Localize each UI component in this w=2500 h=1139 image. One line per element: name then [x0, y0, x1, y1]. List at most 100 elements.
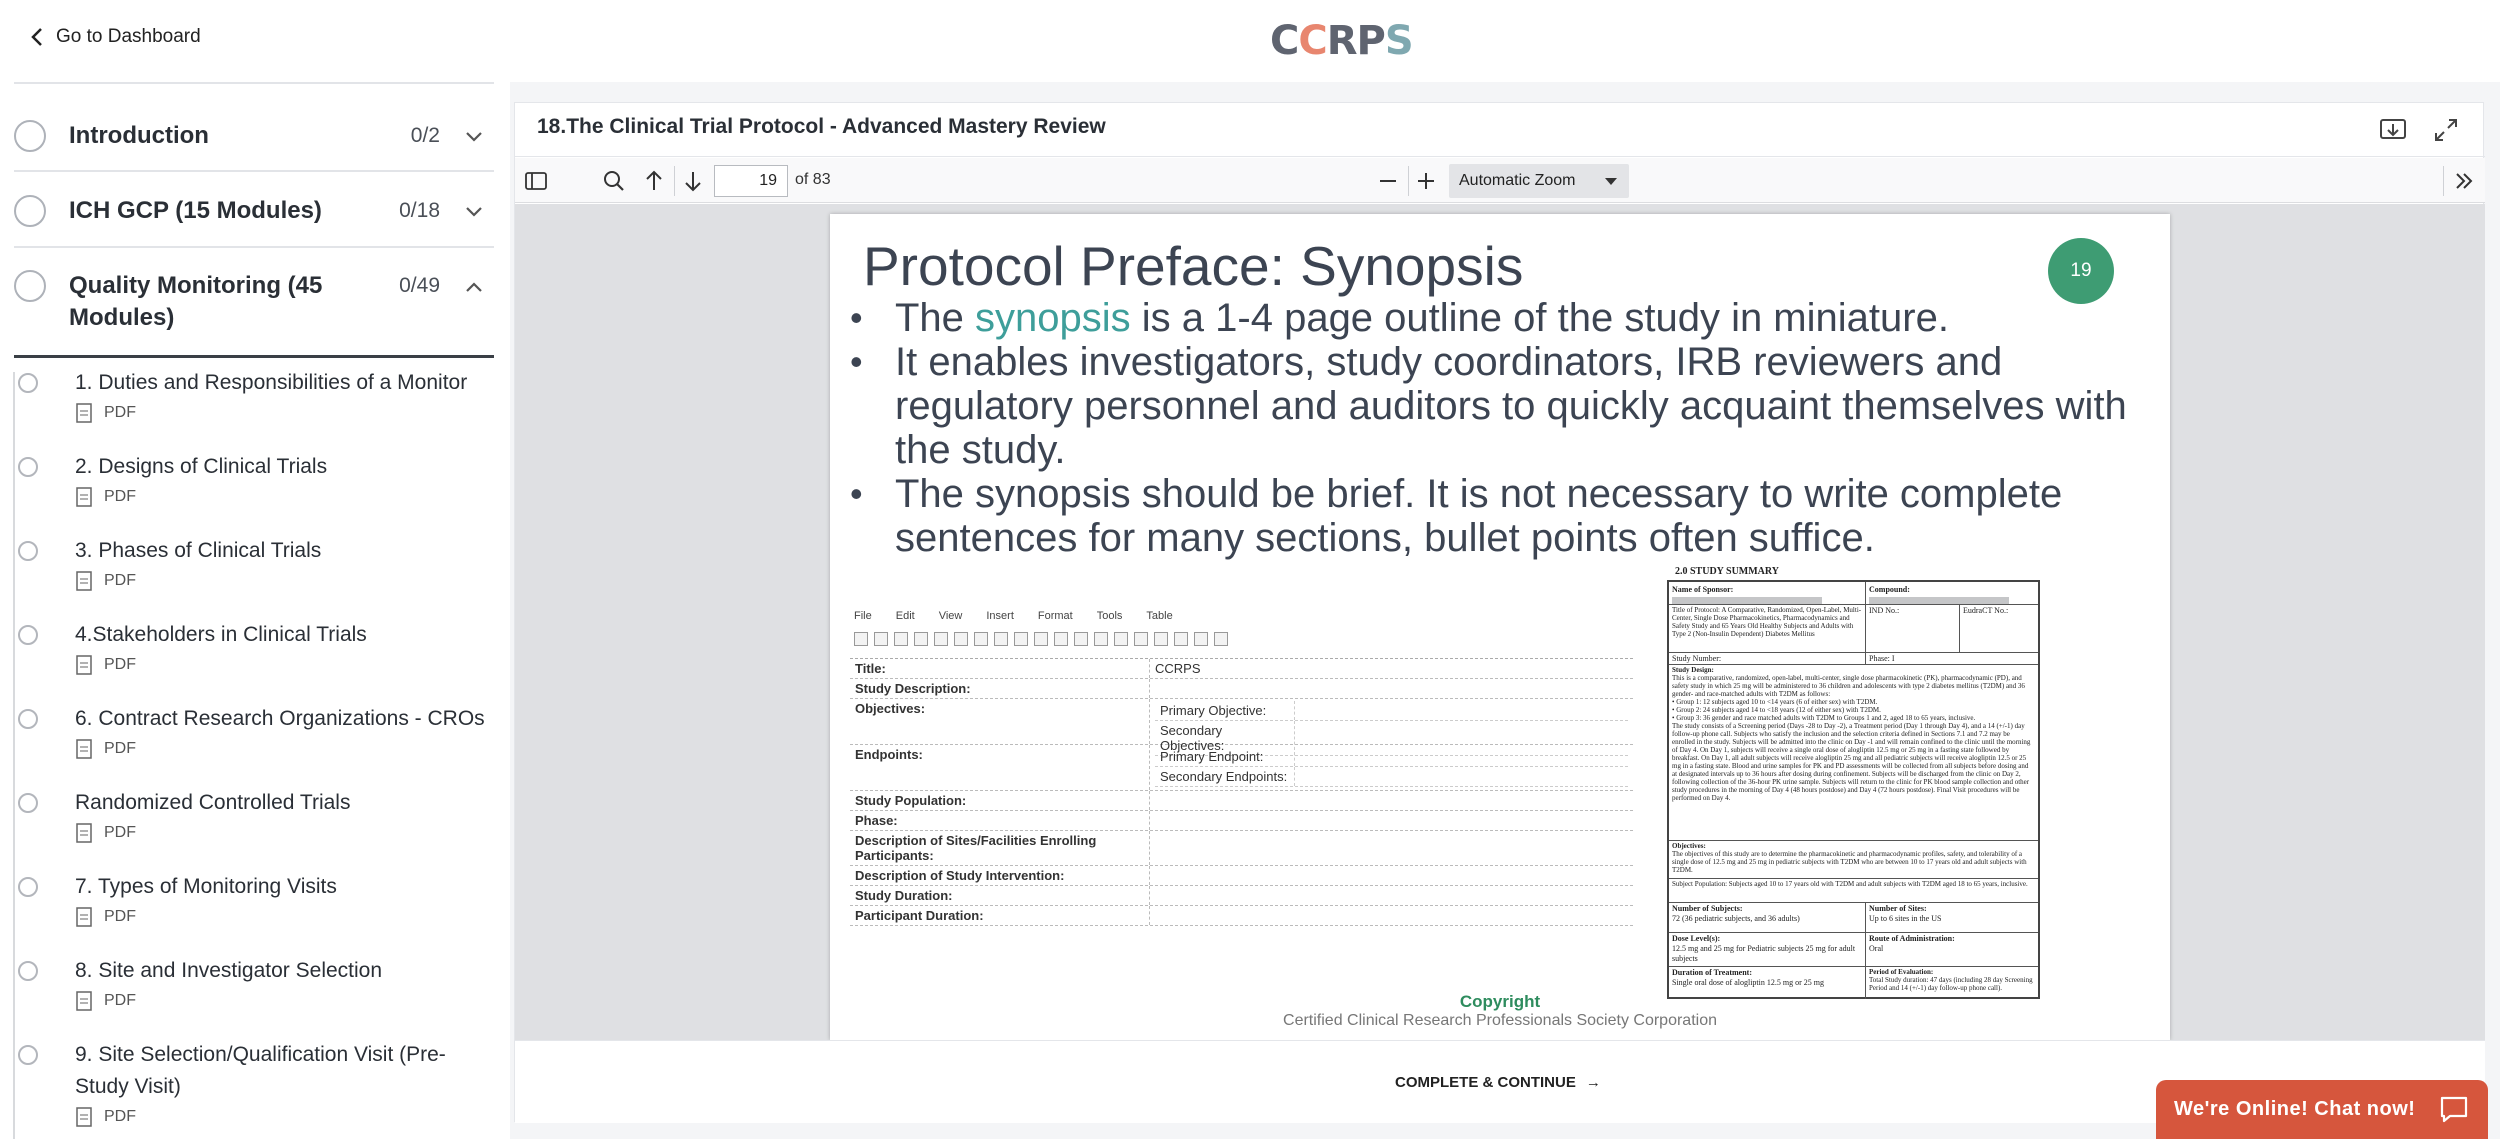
summary-field: EudraCT No.:: [1963, 606, 2009, 615]
summary-field-label: Dose Level(s):: [1672, 934, 1721, 943]
lesson-title: 3. Phases of Clinical Trials: [75, 539, 322, 562]
lesson-header: 18.The Clinical Trial Protocol - Advance…: [515, 103, 2485, 157]
download-icon[interactable]: [2378, 115, 2408, 145]
bullet-item: The synopsis should be brief. It is not …: [850, 472, 2150, 560]
summary-field: Route of Administration: Oral: [1869, 934, 2034, 954]
arrow-up-icon[interactable]: [641, 168, 667, 194]
lesson-title: 18.The Clinical Trial Protocol - Advance…: [537, 115, 1106, 138]
toolbar-separator: [2443, 166, 2444, 196]
row-label: Title:: [850, 659, 1150, 678]
editor-menu-item: Table: [1146, 610, 1173, 622]
chevron-down-icon: [466, 207, 482, 217]
lesson-type: PDF: [76, 571, 136, 591]
copyright-holder: Certified Clinical Research Professional…: [1283, 1012, 1717, 1029]
lesson-title: 1. Duties and Responsibilities of a Moni…: [75, 371, 468, 394]
summary-field-value: The objectives of this study are to dete…: [1672, 850, 2027, 874]
page-number-input[interactable]: [714, 165, 788, 197]
summary-field-value: Group 1: 12 subjects aged 10 to <14 year…: [1676, 698, 1878, 706]
pdf-viewport[interactable]: Protocol Preface: Synopsis 19 The synops…: [515, 204, 2485, 1040]
summary-field: Compound:: [1869, 585, 2034, 605]
arrow-down-icon[interactable]: [680, 168, 706, 194]
table-divider: [1669, 840, 2038, 841]
lesson-status-icon: [18, 541, 38, 561]
row-value: [1150, 866, 1633, 885]
live-chat-widget[interactable]: We're Online! Chat now!: [2156, 1080, 2488, 1139]
summary-heading: 2.0 STUDY SUMMARY: [1675, 566, 1779, 577]
lesson-title: 6. Contract Research Organizations - CRO…: [75, 707, 485, 730]
lesson-title: Randomized Controlled Trials: [75, 791, 351, 814]
row-label: Study Description:: [850, 679, 1150, 698]
table-divider: [1865, 582, 1866, 652]
zoom-value: Automatic Zoom: [1459, 172, 1576, 189]
summary-field: Objectives: The objectives of this study …: [1672, 842, 2034, 874]
document-icon: [76, 823, 92, 843]
lesson-type: PDF: [76, 907, 136, 927]
section-title: Quality Monitoring (45 Modules): [69, 272, 323, 331]
summary-field-value: This is a comparative, randomized, open-…: [1672, 674, 2025, 698]
table-divider: [1669, 652, 2038, 653]
summary-field-label: Study Design:: [1672, 666, 1714, 674]
lesson-title: 2. Designs of Clinical Trials: [75, 455, 328, 478]
sub-label: Primary Endpoint:: [1155, 747, 1295, 766]
lesson-status-icon: [18, 457, 38, 477]
summary-field: Duration of Treatment: Single oral dose o…: [1672, 968, 1862, 988]
search-icon[interactable]: [601, 168, 627, 194]
zoom-out-icon[interactable]: [1375, 168, 1401, 194]
zoom-select[interactable]: Automatic Zoom: [1449, 164, 1629, 198]
lesson-type-label: PDF: [104, 908, 136, 925]
sidebar-toggle-icon[interactable]: [523, 168, 549, 194]
logo-letter: C: [1298, 18, 1327, 64]
row-value: [1150, 791, 1633, 810]
summary-field: IND No.:: [1869, 606, 1900, 615]
summary-field: Title of Protocol: A Comparative, Random…: [1672, 606, 1862, 638]
editor-menu: File Edit View Insert Format Tools Table: [850, 606, 1635, 626]
section-status-icon: [14, 195, 46, 227]
section-status-icon: [14, 270, 46, 302]
sidebar-divider: [14, 82, 494, 84]
row-value: [1150, 886, 1633, 905]
row-value: [1150, 679, 1633, 698]
editor-menu-item: View: [938, 610, 963, 622]
summary-field: Number of Subjects: 72 (36 pediatric subj…: [1672, 904, 1862, 924]
bullet-text: The: [895, 296, 976, 340]
editor-toolbar: [850, 626, 1635, 652]
bullet-item: The synopsis is a 1-4 page outline of th…: [850, 296, 2150, 340]
summary-field: Study Design: This is a comparative, rand…: [1672, 666, 2031, 802]
zoom-in-icon[interactable]: [1413, 168, 1439, 194]
summary-field-label: Route of Administration:: [1869, 934, 1955, 943]
redacted-text: [1672, 596, 1822, 604]
ccrps-logo[interactable]: CCRPS: [1270, 18, 1414, 64]
lesson-type: PDF: [76, 1107, 136, 1127]
arrow-right-icon: →: [1585, 1074, 1601, 1091]
top-bar: Go to Dashboard CCRPS: [0, 0, 2500, 82]
complete-and-continue-button[interactable]: COMPLETE & CONTINUE →: [1395, 1074, 1601, 1091]
synopsis-template-table: Title: CCRPS Study Description: Objective…: [850, 658, 1633, 926]
go-to-dashboard-link[interactable]: Go to Dashboard: [30, 26, 201, 48]
double-chevron-right-icon[interactable]: [2451, 168, 2477, 194]
section-introduction[interactable]: Introduction 0/2: [14, 102, 494, 172]
lesson-type-label: PDF: [104, 656, 136, 673]
lesson-status-icon: [18, 793, 38, 813]
section-quality-monitoring[interactable]: Quality Monitoring (45 Modules) 0/49: [14, 250, 494, 358]
summary-field: Dose Level(s): 12.5 mg and 25 mg for Pedi…: [1672, 934, 1862, 964]
row-value: [1150, 831, 1633, 865]
lesson-status-icon: [18, 625, 38, 645]
lesson-title: 4.Stakeholders in Clinical Trials: [75, 623, 367, 646]
section-ich-gcp[interactable]: ICH GCP (15 Modules) 0/18: [14, 174, 494, 248]
chevron-down-icon: [466, 132, 482, 142]
table-row: Objectives: Primary Objective: Secondary O…: [850, 699, 1633, 756]
slide-title: Protocol Preface: Synopsis: [863, 235, 1524, 297]
slide-bullets: The synopsis is a 1-4 page outline of th…: [850, 296, 2150, 560]
section-status-icon: [14, 120, 46, 152]
lesson-type: PDF: [76, 487, 136, 507]
row-label: Endpoints:: [850, 745, 1150, 790]
row-value: Primary Objective: Secondary Objectives:: [1150, 699, 1633, 756]
summary-field-label: Number of Sites:: [1869, 904, 1927, 913]
table-row: Study Duration:: [850, 886, 1633, 906]
summary-field-value: Oral: [1869, 944, 1884, 953]
section-title: ICH GCP (15 Modules): [69, 197, 322, 224]
lesson-type-label: PDF: [104, 824, 136, 841]
summary-field: Subject Population: Subjects aged 10 to …: [1672, 880, 2028, 888]
fullscreen-icon[interactable]: [2431, 115, 2461, 145]
table-row: Phase:: [850, 811, 1633, 831]
